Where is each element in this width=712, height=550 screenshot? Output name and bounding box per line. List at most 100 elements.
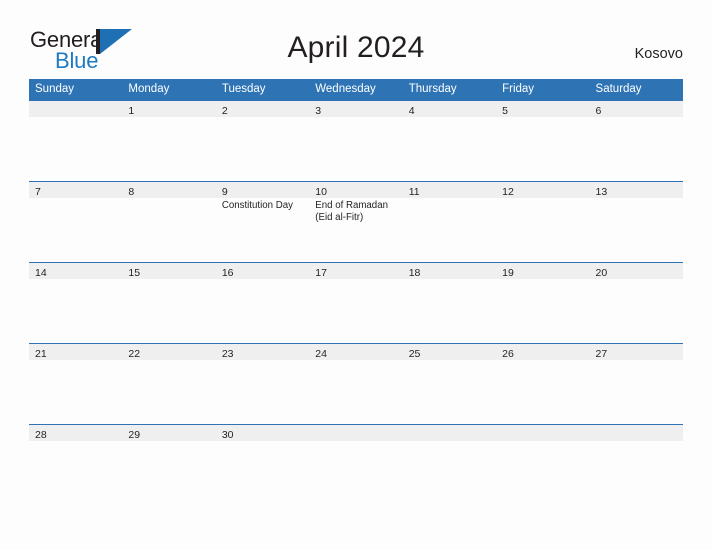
day-number: 3 — [309, 100, 403, 117]
day-number: 7 — [29, 181, 123, 198]
day-number: 6 — [589, 100, 683, 117]
day-number — [589, 424, 683, 441]
day-cell-inner: 4 — [402, 100, 497, 181]
day-cell-inner: 23 — [215, 343, 310, 424]
day-cell-5[interactable]: 5 — [496, 100, 590, 181]
day-cell-6[interactable]: 6 — [589, 100, 683, 181]
day-cell-inner — [29, 100, 123, 181]
day-cell-inner — [309, 424, 403, 505]
weekday-header-friday: Friday — [496, 79, 590, 100]
day-cell-16[interactable]: 16 — [215, 262, 310, 343]
day-number — [496, 424, 590, 441]
day-cell-11[interactable]: 11 — [402, 181, 497, 262]
day-cell-28[interactable]: 28 — [29, 424, 123, 505]
day-cell-inner: 2 — [215, 100, 310, 181]
day-events: Constitution Day — [216, 198, 309, 212]
day-number: 14 — [29, 262, 123, 279]
day-number: 17 — [309, 262, 403, 279]
day-cell-30[interactable]: 30 — [215, 424, 310, 505]
day-cell-inner: 16 — [215, 262, 310, 343]
day-cell-inner: 11 — [402, 181, 497, 262]
day-cell-inner: 24 — [309, 343, 403, 424]
day-cell-inner — [589, 424, 683, 505]
day-cell-22[interactable]: 22 — [122, 343, 216, 424]
day-cell-3[interactable]: 3 — [309, 100, 403, 181]
day-number: 28 — [29, 424, 123, 441]
day-cell-1[interactable]: 1 — [122, 100, 216, 181]
page-title: April 2024 — [287, 31, 425, 64]
calendar-body: 1 2 3 4 5 6 7 8 9 Constitution Day 10 End of Ramada… — [29, 100, 683, 505]
calendar-header-row: Sunday Monday Tuesday Wednesday Thursday Frid… — [29, 79, 683, 100]
day-cell-4[interactable]: 4 — [402, 100, 497, 181]
day-cell-18[interactable]: 18 — [402, 262, 497, 343]
day-cell-2[interactable]: 2 — [215, 100, 310, 181]
day-number: 30 — [215, 424, 310, 441]
day-number: 15 — [122, 262, 216, 279]
day-number: 20 — [589, 262, 683, 279]
day-number: 19 — [496, 262, 590, 279]
day-cell-inner — [496, 424, 590, 505]
day-number: 22 — [122, 343, 216, 360]
day-cell-23[interactable]: 23 — [215, 343, 310, 424]
day-number: 12 — [496, 181, 590, 198]
day-cell-27[interactable]: 27 — [589, 343, 683, 424]
day-number: 1 — [122, 100, 216, 117]
day-number: 26 — [496, 343, 590, 360]
event-label: End of Ramadan (Eid al-Fitr) — [315, 200, 388, 223]
day-cell-inner: 7 — [29, 181, 123, 262]
weekday-header-saturday: Saturday — [589, 79, 683, 100]
day-cell-13[interactable]: 13 — [589, 181, 683, 262]
day-cell-inner: 14 — [29, 262, 123, 343]
day-number: 29 — [122, 424, 216, 441]
day-number: 21 — [29, 343, 123, 360]
calendar-container: Sunday Monday Tuesday Wednesday Thursday Frid… — [29, 79, 683, 505]
day-number: 23 — [215, 343, 310, 360]
day-cell-12[interactable]: 12 — [496, 181, 590, 262]
day-cell-15[interactable]: 15 — [122, 262, 216, 343]
region-label: Kosovo — [634, 46, 683, 62]
day-number: 10 — [309, 181, 403, 198]
day-cell-inner: 8 — [122, 181, 216, 262]
day-cell-empty — [309, 424, 403, 505]
day-cell-20[interactable]: 20 — [589, 262, 683, 343]
day-cell-10[interactable]: 10 End of Ramadan (Eid al-Fitr) — [309, 181, 403, 262]
day-number: 18 — [402, 262, 497, 279]
day-number — [309, 424, 403, 441]
day-cell-inner: 5 — [496, 100, 590, 181]
day-cell-inner: 27 — [589, 343, 683, 424]
day-cell-14[interactable]: 14 — [29, 262, 123, 343]
day-cell-9[interactable]: 9 Constitution Day — [215, 181, 310, 262]
calendar-week-row: 7 8 9 Constitution Day 10 End of Ramadan (Eid… — [29, 181, 683, 262]
day-cell-19[interactable]: 19 — [496, 262, 590, 343]
day-cell-17[interactable]: 17 — [309, 262, 403, 343]
day-number: 2 — [215, 100, 310, 117]
day-number: 16 — [215, 262, 310, 279]
day-cell-8[interactable]: 8 — [122, 181, 216, 262]
day-cell-empty — [496, 424, 590, 505]
weekday-header-sunday: Sunday — [29, 79, 123, 100]
day-cell-24[interactable]: 24 — [309, 343, 403, 424]
day-cell-21[interactable]: 21 — [29, 343, 123, 424]
day-cell-inner: 9 Constitution Day — [215, 181, 310, 262]
day-number: 9 — [215, 181, 310, 198]
day-cell-empty — [402, 424, 497, 505]
day-cell-29[interactable]: 29 — [122, 424, 216, 505]
day-cell-25[interactable]: 25 — [402, 343, 497, 424]
day-cell-inner: 6 — [589, 100, 683, 181]
day-cell-26[interactable]: 26 — [496, 343, 590, 424]
weekday-header-wednesday: Wednesday — [309, 79, 403, 100]
day-number: 8 — [122, 181, 216, 198]
day-cell-inner: 21 — [29, 343, 123, 424]
day-cell-7[interactable]: 7 — [29, 181, 123, 262]
day-events: End of Ramadan (Eid al-Fitr) — [309, 198, 402, 223]
page-header: General Blue April 2024 Kosovo — [0, 0, 712, 78]
day-cell-empty — [29, 100, 123, 181]
day-cell-inner: 10 End of Ramadan (Eid al-Fitr) — [309, 181, 403, 262]
day-number: 13 — [589, 181, 683, 198]
calendar-week-row: 14 15 16 17 18 19 20 — [29, 262, 683, 343]
day-cell-inner: 3 — [309, 100, 403, 181]
day-number: 4 — [402, 100, 497, 117]
day-cell-inner: 18 — [402, 262, 497, 343]
day-cell-inner — [402, 424, 497, 505]
weekday-header-monday: Monday — [122, 79, 216, 100]
